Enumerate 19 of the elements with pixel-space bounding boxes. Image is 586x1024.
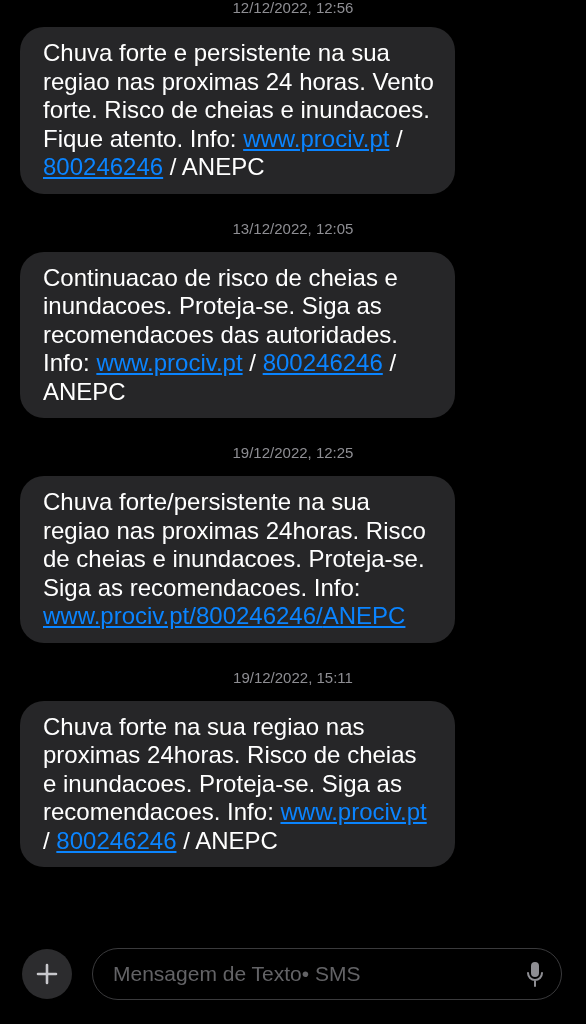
message-link[interactable]: 800246246 (262, 349, 383, 378)
message-input-field[interactable]: Mensagem de Texto• SMS (111, 961, 527, 987)
message-link[interactable]: 800246246 (56, 826, 177, 855)
microphone-icon[interactable] (527, 961, 543, 987)
add-button[interactable] (22, 949, 72, 999)
message-timestamp: 19/12/2022, 12:25 (232, 444, 355, 461)
message-text: Chuva forte e persistente na sua regiao nas proximas 24 horas. Vento forte. Risco de cheias e inundacoes. Fique atento. Info: www.prociv.pt / 800246246 / ANEPC (43, 39, 435, 182)
message-text: Chuva forte na sua regiao nas proximas 24horas. Risco de cheias e inundacoes. Proteja-se. Siga as recomendacoes. Info: www.prociv.pt / 800246246 / ANEPC (43, 712, 428, 855)
message-link[interactable]: www.prociv.pt (280, 798, 427, 827)
message-link[interactable]: 800246246 (43, 153, 164, 182)
message-text: Chuva forte/persistente na sua regiao nas proximas 24horas. Risco de cheias e inundacoes. Proteja-se. Siga as recomendacoes. Info: www.prociv.pt/800246246/ANEPC (43, 488, 427, 631)
message-link[interactable]: www.prociv.pt/800246246/ (43, 602, 323, 631)
message-timestamp: 19/12/2022, 15:11 (233, 668, 354, 686)
message-link[interactable]: www.prociv.pt (243, 124, 390, 153)
message-link[interactable]: www.prociv.pt (96, 349, 243, 378)
message-text: Continuacao de risco de cheias e inundacoes. Proteja-se. Siga as recomendacoes das autoridades. Info: www.prociv.pt / 800246246 / ANEPC (43, 263, 399, 406)
message-timestamp: 13/12/2022, 12:05 (232, 219, 355, 237)
plus-icon (36, 963, 58, 985)
message-timestamp: 12/12/2022, 12:56 (232, 0, 355, 15)
